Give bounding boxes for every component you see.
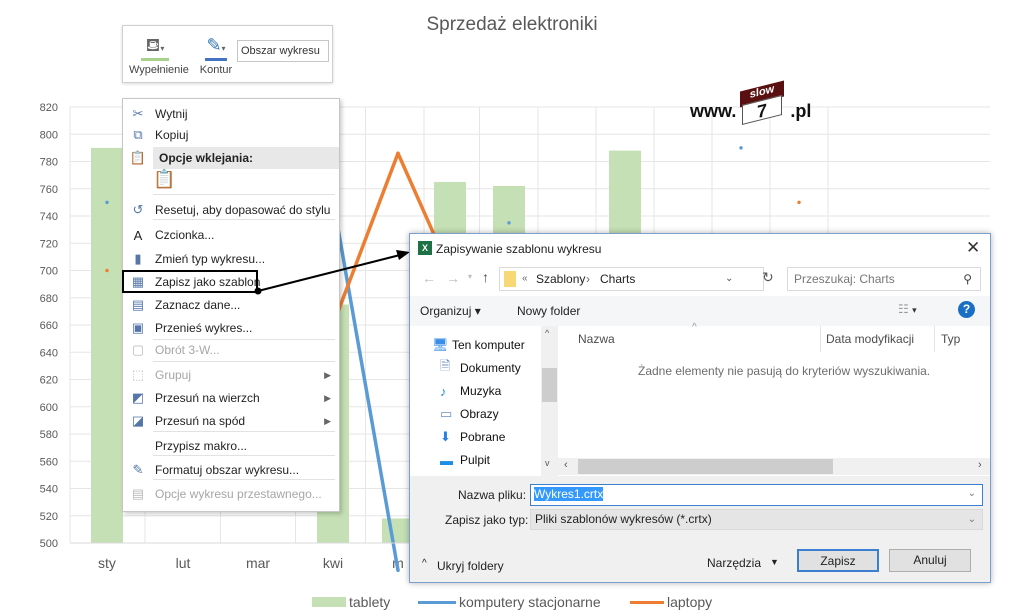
search-icon: ⚲ — [963, 272, 972, 286]
dialog-titlebar: X Zapisywanie szablonu wykresu ✕ — [410, 234, 990, 264]
dialog-title: Zapisywanie szablonu wykresu — [436, 242, 602, 256]
column-date[interactable]: Data modyfikacji — [826, 332, 914, 346]
nav-label: Pobrane — [460, 430, 506, 444]
computer-icon: 🖥 — [432, 337, 449, 352]
filename-input[interactable]: Wykres1.crtx ⌄ — [530, 484, 983, 506]
save-button[interactable]: Zapisz — [797, 549, 879, 572]
excel-icon: X — [418, 241, 432, 255]
view-options-icon[interactable]: ☷ ▾ — [898, 302, 917, 316]
column-name[interactable]: Nazwa — [578, 332, 615, 346]
file-type-select[interactable]: Pliki szablonów wykresów (*.crtx) ⌄ — [530, 509, 983, 530]
forward-icon[interactable]: → — [446, 270, 460, 286]
nav-item-pobrane[interactable]: ⬇ Pobrane — [440, 426, 505, 448]
path-separator: › — [586, 272, 590, 286]
cancel-label: Anuluj — [913, 553, 947, 567]
close-icon[interactable]: ✕ — [966, 238, 980, 258]
up-icon[interactable]: ↑ — [482, 269, 489, 285]
recent-dropdown-icon[interactable]: ▾ — [468, 272, 472, 281]
nav-label: Obrazy — [460, 407, 499, 421]
organize-button[interactable]: Organizuj ▾ — [420, 304, 481, 318]
scrollbar-thumb[interactable] — [578, 459, 833, 474]
filename-label: Nazwa pliku: — [458, 488, 527, 502]
file-type-value: Pliki szablonów wykresów (*.crtx) — [535, 512, 712, 526]
nav-item-dokumenty[interactable]: 🗎 Dokumenty — [440, 357, 521, 379]
documents-icon: 🗎 — [440, 358, 451, 373]
nav-item-pulpit[interactable]: ▬ Pulpit — [440, 449, 490, 471]
refresh-icon[interactable]: ↻ — [762, 269, 774, 286]
search-placeholder: Przeszukaj: Charts — [794, 272, 895, 286]
tools-button[interactable]: Narzędzia — [707, 556, 761, 570]
browser-area: 🖥 Ten komputer 🗎 Dokumenty ♪ Muzyka ▭ Obrazy ⬇ Po… — [410, 322, 990, 476]
hide-folders-button[interactable]: Ukryj foldery — [437, 559, 504, 573]
downloads-icon: ⬇ — [440, 429, 451, 444]
desktop-icon: ▬ — [440, 452, 453, 468]
scrollbar-thumb[interactable] — [542, 368, 557, 402]
help-icon[interactable]: ? — [958, 301, 975, 318]
path-overflow[interactable]: « — [522, 268, 528, 290]
cancel-button[interactable]: Anuluj — [889, 549, 971, 572]
column-divider — [934, 326, 935, 352]
nav-label: Muzyka — [460, 384, 502, 398]
column-type[interactable]: Typ — [941, 332, 960, 346]
address-row: ← → ▾ ↑ « Szablony › Charts ⌄ ↻ Przeszuk… — [410, 264, 990, 296]
nav-label: Pulpit — [460, 453, 491, 467]
nav-scrollbar[interactable]: ^ v — [541, 326, 558, 476]
nav-label: Ten komputer — [452, 338, 525, 352]
save-label: Zapisz — [820, 554, 856, 568]
chevron-up-icon: ^ — [422, 558, 427, 569]
music-icon: ♪ — [440, 383, 447, 399]
save-template-dialog: X Zapisywanie szablonu wykresu ✕ ← → ▾ ↑… — [409, 233, 991, 583]
type-label: Zapisz jako typ: — [445, 513, 529, 527]
back-icon[interactable]: ← — [422, 270, 436, 286]
sort-up-icon: ^ — [692, 322, 697, 333]
path-segment[interactable]: Szablony — [536, 268, 585, 290]
column-divider — [820, 326, 821, 352]
caret-down-icon[interactable]: ▼ — [770, 557, 779, 567]
folder-icon — [504, 271, 516, 287]
empty-message: Żadne elementy nie pasują do kryteriów w… — [638, 364, 931, 378]
dialog-toolbar: Organizuj ▾ Nowy folder ☷ ▾ ? — [410, 296, 990, 326]
search-input[interactable]: Przeszukaj: Charts ⚲ — [787, 267, 981, 291]
nav-item-obrazy[interactable]: ▭ Obrazy — [440, 403, 499, 425]
nav-label: Dokumenty — [460, 361, 521, 375]
chevron-down-icon[interactable]: ⌄ — [725, 268, 733, 290]
path-segment[interactable]: Charts — [600, 268, 635, 290]
nav-item-ten-komputer[interactable]: 🖥 Ten komputer — [432, 334, 525, 356]
filename-value: Wykres1.crtx — [534, 487, 604, 501]
nav-item-muzyka[interactable]: ♪ Muzyka — [440, 380, 501, 402]
horizontal-scrollbar[interactable]: ‹ › — [558, 458, 990, 475]
new-folder-button[interactable]: Nowy folder — [517, 304, 580, 318]
address-bar[interactable]: « Szablony › Charts ⌄ — [499, 267, 764, 291]
pictures-icon: ▭ — [440, 406, 453, 421]
